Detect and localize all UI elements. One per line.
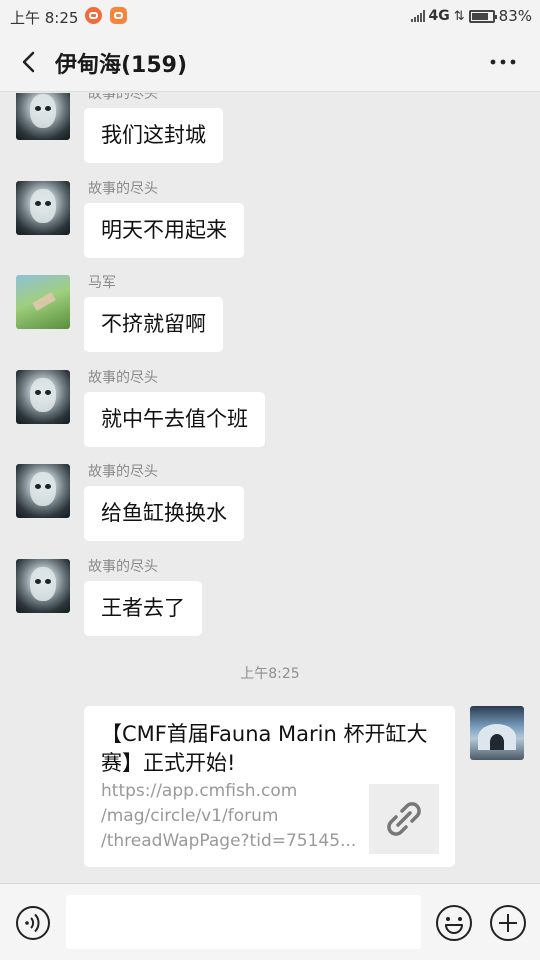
back-icon[interactable]	[16, 48, 44, 76]
chat-header: 伊甸海(159)	[0, 32, 540, 92]
chat-title[interactable]: 伊甸海(159)	[55, 47, 187, 79]
link-card-url-line: /threadWapPage?tid=75145...	[101, 831, 356, 851]
message-bubble[interactable]: 给鱼缸换换水	[84, 486, 244, 541]
message-input[interactable]	[66, 895, 421, 949]
notification-icon	[110, 7, 127, 24]
link-card-url: https://app.cmfish.com /mag/circle/v1/fo…	[101, 779, 356, 854]
sender-name: 故事的尽头	[88, 464, 158, 480]
ghost-avatar[interactable]	[16, 464, 70, 518]
battery-icon	[468, 9, 497, 23]
more-icon[interactable]	[488, 50, 518, 74]
ghost-avatar[interactable]	[16, 181, 70, 235]
battery-percent: 83%	[498, 7, 532, 25]
sender-name: 故事的尽头	[88, 93, 158, 102]
self-avatar[interactable]	[470, 706, 524, 760]
input-bar	[0, 883, 540, 960]
ghost-avatar[interactable]	[16, 559, 70, 613]
message-bubble[interactable]: 不挤就留啊	[84, 297, 223, 352]
status-time: 上午 8:25	[10, 9, 79, 27]
sender-name: 马军	[88, 275, 116, 291]
sender-name: 故事的尽头	[88, 181, 158, 197]
status-right: 4G ⇅ 83%	[410, 7, 532, 25]
status-bar: 上午 8:25 4G ⇅ 83%	[0, 0, 540, 32]
link-icon	[387, 802, 421, 836]
ghost-avatar[interactable]	[16, 370, 70, 424]
network-label: 4G	[428, 8, 450, 24]
link-card[interactable]: 【CMF首届Fauna Marin 杯开缸大赛】正式开始! https://ap…	[84, 706, 455, 867]
emoji-icon[interactable]	[435, 904, 473, 942]
link-card-url-line: /mag/circle/v1/forum	[101, 806, 279, 826]
signal-icon	[410, 10, 425, 22]
voice-icon[interactable]	[15, 905, 51, 941]
message-bubble[interactable]: 明天不用起来	[84, 203, 244, 258]
message-timestamp: 上午8:25	[240, 666, 300, 682]
chat-area[interactable]: 故事的尽头 我们这封城 故事的尽头 明天不用起来 马军 不挤就留啊 故事的尽头 就中午去值个班…	[0, 93, 540, 883]
sender-name: 故事的尽头	[88, 370, 158, 386]
link-card-title: 【CMF首届Fauna Marin 杯开缸大赛】正式开始!	[101, 722, 428, 775]
field-avatar[interactable]	[16, 275, 70, 329]
link-card-thumbnail	[369, 784, 439, 854]
message-bubble[interactable]: 王者去了	[84, 581, 202, 636]
data-arrows-icon: ⇅	[453, 8, 465, 24]
plus-icon[interactable]	[489, 904, 527, 942]
ghost-avatar[interactable]	[16, 93, 70, 140]
sender-name: 故事的尽头	[88, 559, 158, 575]
notification-icon	[85, 7, 102, 24]
message-bubble[interactable]: 我们这封城	[84, 108, 223, 163]
message-bubble[interactable]: 就中午去值个班	[84, 392, 265, 447]
link-card-url-line: https://app.cmfish.com	[101, 781, 298, 801]
